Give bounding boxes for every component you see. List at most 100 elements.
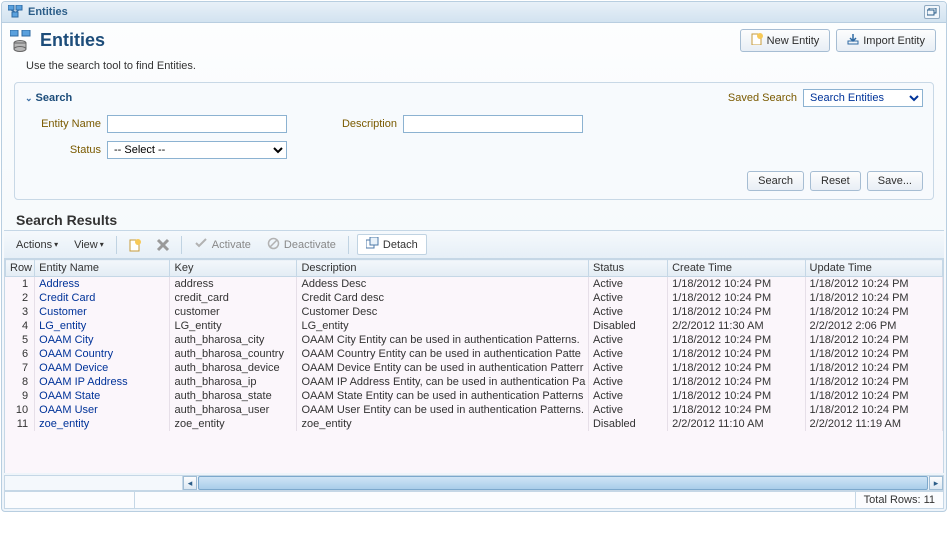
cell-create: 1/18/2012 10:24 PM	[668, 375, 805, 389]
status-select[interactable]: -- Select --	[107, 141, 287, 159]
entity-name-link[interactable]: OAAM Country	[35, 347, 170, 361]
search-button[interactable]: Search	[747, 171, 804, 191]
status-label: Status	[31, 144, 101, 156]
table-row[interactable]: 8OAAM IP Addressauth_bharosa_ipOAAM IP A…	[6, 375, 943, 389]
search-disclosure[interactable]: ⌄ Search	[25, 92, 72, 104]
entity-name-link[interactable]: Customer	[35, 305, 170, 319]
cell-create: 1/18/2012 10:24 PM	[668, 361, 805, 375]
table-row[interactable]: 3CustomercustomerCustomer DescActive1/18…	[6, 305, 943, 319]
table-row[interactable]: 6OAAM Countryauth_bharosa_countryOAAM Co…	[6, 347, 943, 361]
cell-status: Active	[588, 375, 667, 389]
entity-name-link[interactable]: zoe_entity	[35, 417, 170, 431]
entity-name-link[interactable]: LG_entity	[35, 319, 170, 333]
entity-name-link[interactable]: OAAM IP Address	[35, 375, 170, 389]
cell-update: 1/18/2012 10:24 PM	[805, 361, 942, 375]
check-icon	[194, 237, 208, 252]
activate-button[interactable]: Activate	[190, 235, 255, 254]
row-number: 10	[6, 403, 35, 417]
entity-name-link[interactable]: Credit Card	[35, 291, 170, 305]
deactivate-button[interactable]: Deactivate	[263, 235, 340, 255]
entities-tab-icon	[8, 5, 24, 19]
cell-update: 1/18/2012 10:24 PM	[805, 291, 942, 305]
cell-status: Disabled	[588, 319, 667, 333]
caret-down-icon: ▾	[54, 240, 58, 249]
new-icon	[751, 33, 763, 48]
reset-button[interactable]: Reset	[810, 171, 861, 191]
delete-icon-button[interactable]	[153, 236, 173, 254]
col-row[interactable]: Row	[6, 260, 35, 277]
col-key[interactable]: Key	[170, 260, 297, 277]
cell-key: address	[170, 277, 297, 292]
total-rows: Total Rows: 11	[856, 492, 943, 508]
table-row[interactable]: 10OAAM Userauth_bharosa_userOAAM User En…	[6, 403, 943, 417]
scroll-right-icon[interactable]: ▸	[929, 476, 943, 490]
toolbar-divider	[348, 236, 349, 254]
cell-update: 1/18/2012 10:24 PM	[805, 347, 942, 361]
page-title: Entities	[10, 30, 105, 52]
table-row[interactable]: 4LG_entityLG_entityLG_entityDisabled2/2/…	[6, 319, 943, 333]
actions-menu[interactable]: Actions▾	[12, 237, 62, 253]
entity-name-input[interactable]	[107, 115, 287, 133]
search-results-title: Search Results	[16, 212, 946, 228]
row-number: 1	[6, 277, 35, 292]
entity-name-link[interactable]: Address	[35, 277, 170, 292]
main-tab-entities[interactable]: Entities	[8, 5, 68, 19]
toolbar-divider	[116, 236, 117, 254]
table-row[interactable]: 11zoe_entityzoe_entityzoe_entityDisabled…	[6, 417, 943, 431]
entity-name-link[interactable]: OAAM User	[35, 403, 170, 417]
cell-create: 2/2/2012 11:10 AM	[668, 417, 805, 431]
cell-update: 1/18/2012 10:24 PM	[805, 375, 942, 389]
table-row[interactable]: 1AddressaddressAddess DescActive1/18/201…	[6, 277, 943, 292]
prohibit-icon	[267, 237, 280, 253]
col-update[interactable]: Update Time	[805, 260, 942, 277]
new-entity-button[interactable]: New Entity	[740, 29, 831, 52]
scroll-left-icon[interactable]: ◂	[183, 476, 197, 490]
saved-search-select[interactable]: Search Entities	[803, 89, 923, 107]
col-name[interactable]: Entity Name	[35, 260, 170, 277]
row-number: 3	[6, 305, 35, 319]
horizontal-scrollbar[interactable]: ◂ ▸	[4, 475, 944, 491]
cell-create: 2/2/2012 11:30 AM	[668, 319, 805, 333]
entity-name-link[interactable]: OAAM Device	[35, 361, 170, 375]
save-search-button[interactable]: Save...	[867, 171, 923, 191]
col-create[interactable]: Create Time	[668, 260, 805, 277]
table-row[interactable]: 2Credit Cardcredit_cardCredit Card descA…	[6, 291, 943, 305]
cell-desc: OAAM State Entity can be used in authent…	[297, 389, 589, 403]
cell-desc: OAAM User Entity can be used in authenti…	[297, 403, 589, 417]
cell-desc: OAAM Device Entity can be used in authen…	[297, 361, 589, 375]
cell-desc: OAAM IP Address Entity, can be used in a…	[297, 375, 589, 389]
scroll-thumb[interactable]	[198, 476, 928, 490]
create-icon-button[interactable]	[125, 236, 145, 254]
description-label: Description	[327, 118, 397, 130]
col-status[interactable]: Status	[588, 260, 667, 277]
search-panel: ⌄ Search Saved Search Search Entities En…	[14, 82, 934, 200]
cell-desc: LG_entity	[297, 319, 589, 333]
cell-create: 1/18/2012 10:24 PM	[668, 333, 805, 347]
description-input[interactable]	[403, 115, 583, 133]
cell-key: LG_entity	[170, 319, 297, 333]
restore-window-icon[interactable]	[924, 5, 940, 19]
cell-update: 1/18/2012 10:24 PM	[805, 333, 942, 347]
entity-name-label: Entity Name	[31, 118, 101, 130]
table-row[interactable]: 7OAAM Deviceauth_bharosa_deviceOAAM Devi…	[6, 361, 943, 375]
cell-create: 1/18/2012 10:24 PM	[668, 305, 805, 319]
cell-status: Active	[588, 277, 667, 292]
view-menu[interactable]: View▾	[70, 237, 108, 253]
detach-button[interactable]: Detach	[357, 234, 427, 255]
import-icon	[847, 33, 859, 48]
cell-status: Active	[588, 347, 667, 361]
row-number: 2	[6, 291, 35, 305]
results-toolbar: Actions▾ View▾ Activate Deactivate Detac…	[4, 230, 944, 259]
cell-key: auth_bharosa_ip	[170, 375, 297, 389]
entity-name-link[interactable]: OAAM State	[35, 389, 170, 403]
table-row[interactable]: 5OAAM Cityauth_bharosa_cityOAAM City Ent…	[6, 333, 943, 347]
cell-update: 1/18/2012 10:24 PM	[805, 403, 942, 417]
cell-status: Active	[588, 389, 667, 403]
cell-key: auth_bharosa_device	[170, 361, 297, 375]
cell-desc: Customer Desc	[297, 305, 589, 319]
col-desc[interactable]: Description	[297, 260, 589, 277]
import-entity-button[interactable]: Import Entity	[836, 29, 936, 52]
table-row[interactable]: 9OAAM Stateauth_bharosa_stateOAAM State …	[6, 389, 943, 403]
entity-name-link[interactable]: OAAM City	[35, 333, 170, 347]
cell-update: 1/18/2012 10:24 PM	[805, 277, 942, 292]
